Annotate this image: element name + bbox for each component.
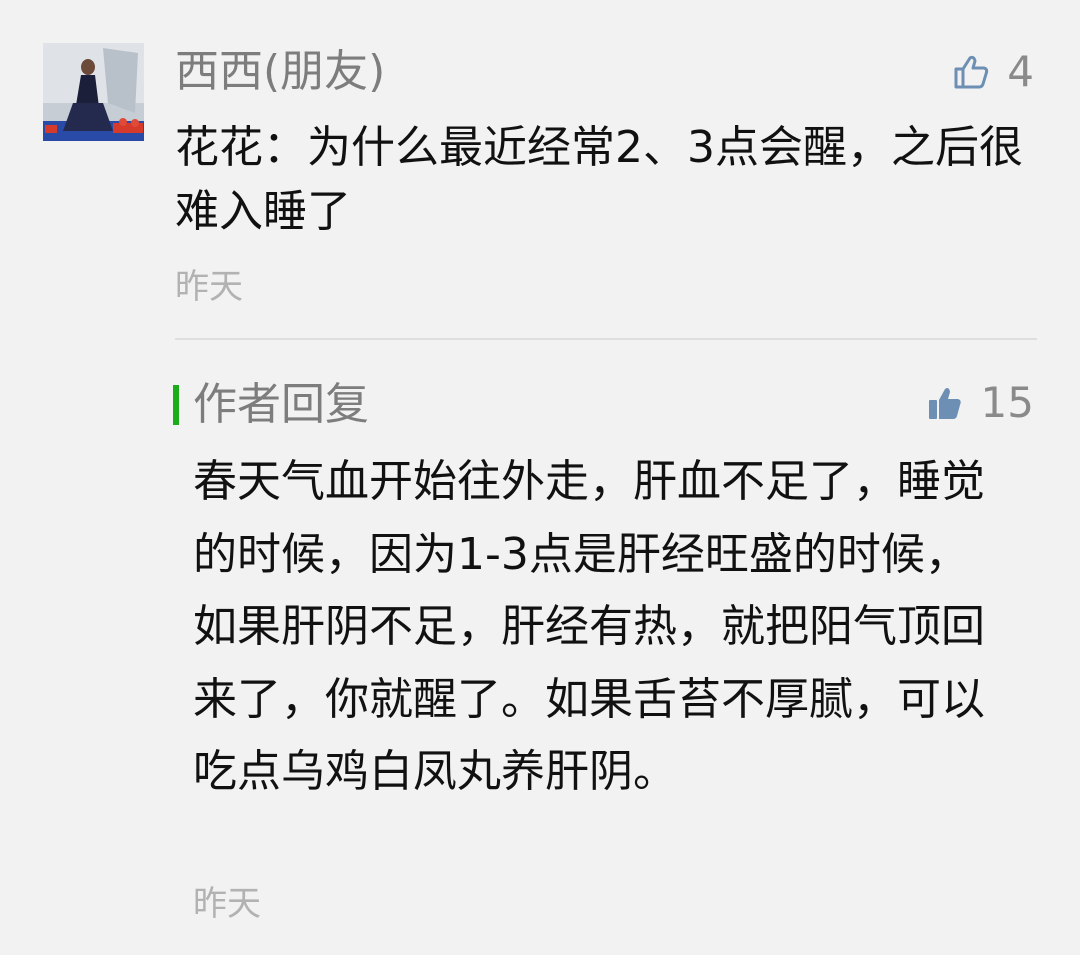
comment-text: 花花：为什么最近经常2、3点会醒，之后很难入睡了 xyxy=(175,122,1023,237)
comment-like-button[interactable]: 4 xyxy=(953,42,1034,102)
comment-timestamp: 昨天 xyxy=(175,267,243,307)
thumbs-up-outline-icon xyxy=(954,55,989,89)
reply-like-count: 15 xyxy=(980,378,1034,427)
reply-like-button[interactable]: 15 xyxy=(927,373,1034,433)
reply-indicator-bar xyxy=(173,385,179,425)
reply-label: 作者回复 xyxy=(193,379,369,430)
divider xyxy=(175,338,1037,340)
comment-like-count: 4 xyxy=(1007,47,1034,96)
avatar[interactable] xyxy=(43,43,144,141)
thumbs-up-filled-icon xyxy=(928,388,961,419)
comment-author-name: 西西(朋友) xyxy=(175,46,386,97)
reply-text: 春天气血开始往外走，肝血不足了，睡觉的时候，因为1-3点是肝经旺盛的时候，如果肝… xyxy=(193,456,985,797)
reply-timestamp: 昨天 xyxy=(193,884,261,924)
